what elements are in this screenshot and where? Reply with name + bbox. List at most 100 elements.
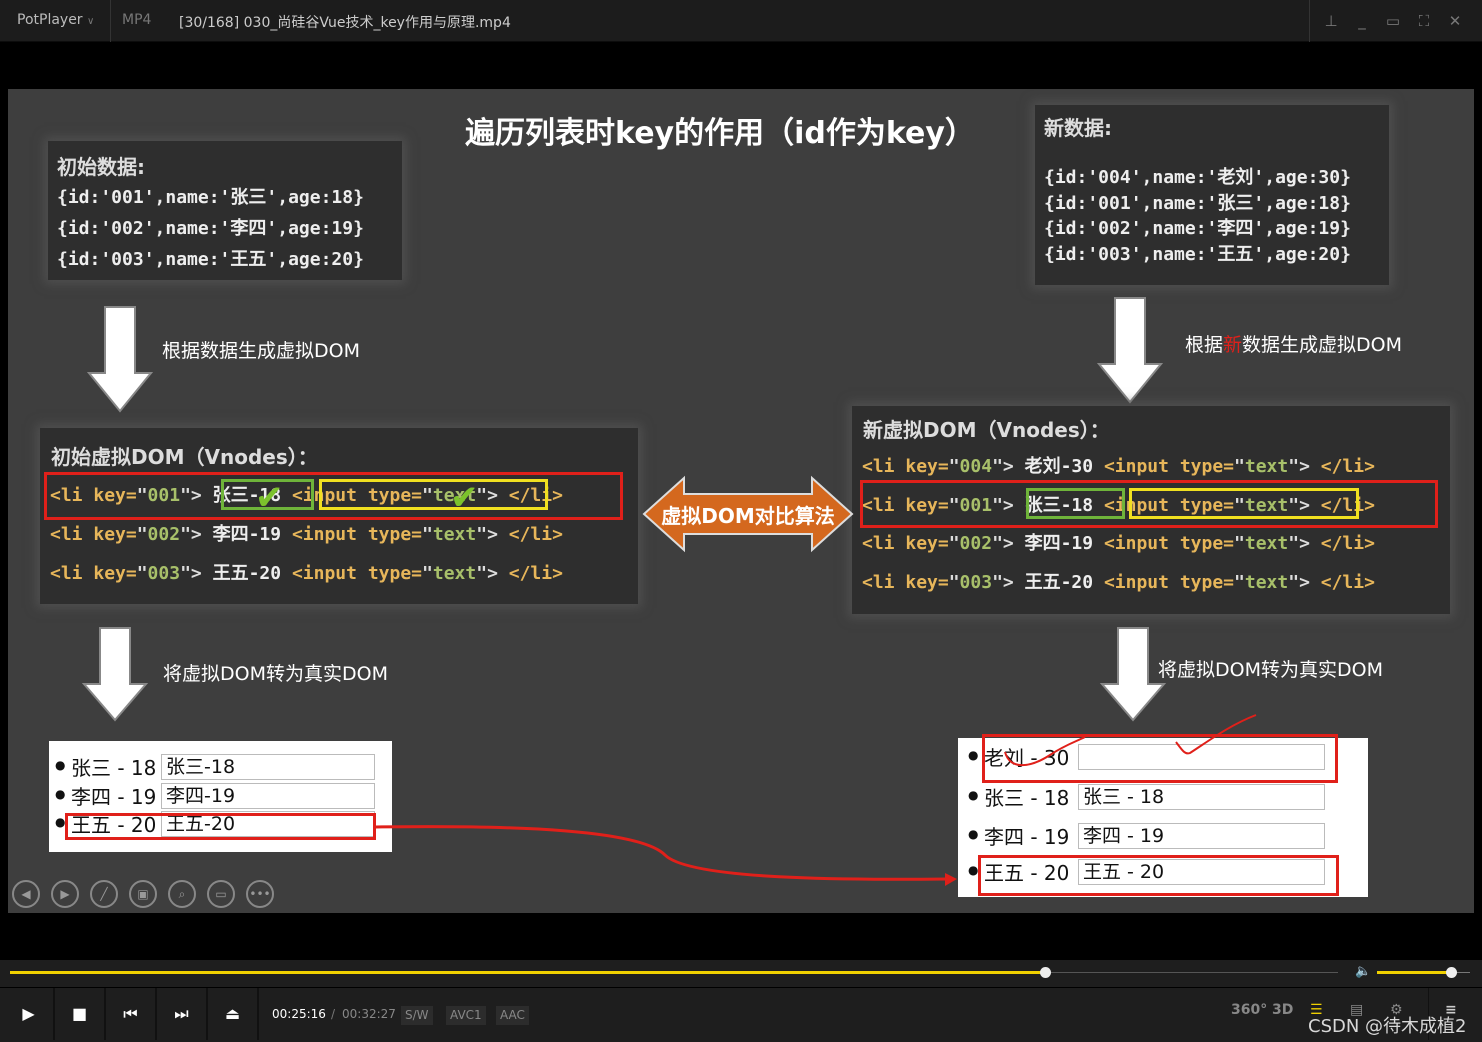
code-token: 王五-20 bbox=[1024, 571, 1104, 593]
stop-button[interactable]: ■ bbox=[55, 988, 106, 1040]
code-token: " bbox=[476, 524, 488, 545]
bullet-icon: ● bbox=[968, 863, 979, 877]
chevron-down-icon: ∨ bbox=[87, 16, 95, 27]
vnode-line: <li key="002"> 李四-19 <input type="text">… bbox=[862, 529, 1375, 555]
time-separator: / bbox=[331, 1007, 336, 1021]
code-token: > bbox=[1002, 456, 1025, 477]
maximize-button[interactable]: ▭ bbox=[1382, 10, 1404, 32]
prev-icon[interactable]: ◀ bbox=[12, 880, 40, 908]
control-bar: ▶ ■ ⏮ ⏭ ⏏ 00:25:16 / 00:32:27 S/W AVC1 A… bbox=[0, 988, 1482, 1042]
vr-360-button[interactable]: 360° bbox=[1231, 1002, 1267, 1018]
volume-icon[interactable]: 🔈 bbox=[1355, 964, 1371, 979]
code-token: 李四-19 bbox=[1024, 533, 1104, 554]
audio-codec-badge[interactable]: AAC bbox=[496, 1006, 529, 1025]
video-codec-badge[interactable]: AVC1 bbox=[446, 1006, 486, 1025]
code-token: > bbox=[487, 563, 509, 584]
vnode-line: <li key="003"> 王五-20 <input type="text">… bbox=[50, 559, 563, 585]
code-token: <input bbox=[1103, 533, 1169, 554]
seek-progress bbox=[10, 971, 1045, 974]
code-token: 003 bbox=[147, 563, 181, 584]
next-button[interactable]: ⏭ bbox=[157, 988, 208, 1040]
renderer-badge[interactable]: S/W bbox=[401, 1006, 433, 1025]
title-bar: PotPlayer ∨ MP4 [30/168] 030_尚硅谷Vue技术_ke… bbox=[0, 0, 1482, 42]
code-token: <input bbox=[291, 563, 357, 584]
code-token: 002 bbox=[147, 524, 181, 545]
previous-button[interactable]: ⏮ bbox=[106, 988, 157, 1040]
arrow-caption: 将虚拟DOM转为真实DOM bbox=[1158, 659, 1383, 681]
code-token: 004 bbox=[959, 456, 993, 477]
list-item-input[interactable]: 李四 - 19 bbox=[1078, 823, 1325, 849]
vnode-line: <li key="004"> 老刘-30 <input type="text">… bbox=[862, 452, 1375, 478]
code-token: " bbox=[422, 563, 433, 584]
code-token: " bbox=[992, 456, 1003, 477]
input-highlight-box bbox=[319, 479, 548, 510]
code-token: > bbox=[190, 563, 213, 584]
compare-label: 虚拟DOM对比算法 bbox=[661, 504, 835, 528]
play-button[interactable]: ▶ bbox=[4, 988, 55, 1040]
code-token: <input bbox=[1103, 571, 1169, 593]
code-token: type= bbox=[1168, 533, 1235, 554]
code-token: " bbox=[476, 563, 488, 584]
code-token: key= bbox=[894, 456, 949, 477]
list-item-input[interactable]: 张三-18 bbox=[161, 754, 375, 780]
code-token: > bbox=[1299, 571, 1321, 593]
bullet-icon: ● bbox=[55, 758, 66, 772]
data-row: {id:'002',name:'李四',age:19} bbox=[57, 218, 364, 239]
initial-data-box: 初始数据: {id:'001',name:'张三',age:18} {id:'00… bbox=[48, 141, 402, 280]
arrow-caption: 根据新数据生成虚拟DOM bbox=[1185, 330, 1402, 357]
code-token: text bbox=[1244, 571, 1289, 593]
bullet-icon: ● bbox=[968, 748, 979, 762]
volume-handle[interactable] bbox=[1446, 967, 1458, 978]
code-token: text bbox=[1244, 456, 1289, 477]
code-token: > bbox=[1002, 533, 1025, 554]
minimize-button[interactable]: _ bbox=[1351, 10, 1373, 32]
seek-bar[interactable]: 🔈 bbox=[0, 960, 1482, 987]
app-menu[interactable]: PotPlayer ∨ bbox=[17, 12, 94, 28]
code-token: </li> bbox=[1320, 533, 1375, 554]
data-row: {id:'003',name:'王五',age:20} bbox=[57, 249, 364, 270]
code-token: " bbox=[992, 533, 1003, 554]
code-token: <input bbox=[1103, 456, 1169, 477]
more-icon[interactable]: ••• bbox=[246, 880, 274, 908]
total-time: 00:32:27 bbox=[342, 1007, 396, 1021]
code-token: </li> bbox=[508, 524, 563, 545]
code-token: > bbox=[1002, 571, 1025, 593]
slides-icon[interactable]: ▣ bbox=[129, 880, 157, 908]
check-icon: ✔ bbox=[450, 478, 479, 518]
list-item-input[interactable]: 张三 - 18 bbox=[1078, 784, 1325, 810]
list-item-input[interactable]: 李四-19 bbox=[161, 783, 375, 809]
next-icon[interactable]: ▶ bbox=[51, 880, 79, 908]
code-token: " bbox=[1288, 571, 1300, 593]
code-token: " bbox=[1234, 533, 1245, 554]
3d-button[interactable]: 3D bbox=[1272, 1002, 1293, 1018]
code-token: <li bbox=[862, 571, 895, 593]
bullet-icon: ● bbox=[968, 788, 979, 802]
code-token: 李四-19 bbox=[212, 524, 292, 545]
down-arrow-icon bbox=[1096, 297, 1164, 404]
pin-icon[interactable]: ⊥ bbox=[1320, 10, 1342, 32]
subtitle-icon[interactable]: ▭ bbox=[207, 880, 235, 908]
code-token: <li bbox=[50, 524, 83, 545]
code-token: " bbox=[136, 524, 148, 545]
seek-handle[interactable] bbox=[1039, 967, 1051, 978]
new-data-label: 新数据: bbox=[1044, 116, 1112, 140]
eject-button[interactable]: ⏏ bbox=[208, 988, 259, 1040]
code-token: type= bbox=[356, 563, 423, 584]
code-token: " bbox=[1234, 456, 1245, 477]
code-token: " bbox=[992, 571, 1003, 593]
code-token: text bbox=[1244, 533, 1289, 554]
fullscreen-button[interactable]: ⛶ bbox=[1413, 10, 1435, 32]
bullet-icon: ● bbox=[55, 815, 66, 829]
code-token: </li> bbox=[1320, 456, 1375, 477]
pen-icon[interactable]: ╱ bbox=[90, 880, 118, 908]
code-token: 003 bbox=[959, 571, 993, 593]
initial-vdom-label: 初始虚拟DOM（Vnodes）： bbox=[51, 445, 318, 469]
code-token: " bbox=[948, 533, 960, 554]
zoom-icon[interactable]: ⌕ bbox=[168, 880, 196, 908]
code-token: > bbox=[190, 524, 213, 545]
volume-level bbox=[1377, 971, 1452, 974]
code-token: 老刘-30 bbox=[1024, 456, 1104, 477]
code-token: 王五-20 bbox=[212, 563, 292, 584]
vnode-line: <li key="003"> 王五-20 <input type="text">… bbox=[862, 568, 1375, 594]
close-button[interactable]: ✕ bbox=[1444, 10, 1466, 32]
